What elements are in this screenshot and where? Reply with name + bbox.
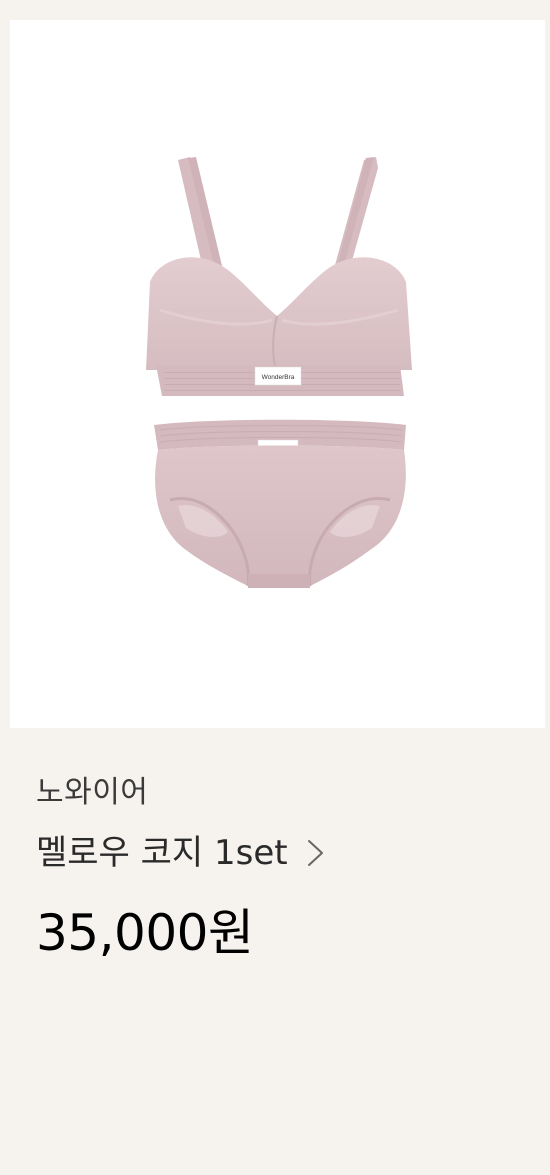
product-name: 멜로우 코지 1set xyxy=(36,833,288,873)
bra-underband: WonderBra xyxy=(156,365,404,396)
product-image[interactable]: WonderBra WonderBra xyxy=(10,20,545,728)
product-category: 노와이어 xyxy=(36,775,149,810)
chevron-right-icon[interactable] xyxy=(306,836,326,870)
product-name-link[interactable]: 멜로우 코지 1set xyxy=(36,836,530,870)
product-price: 35,000원 xyxy=(36,904,254,962)
product-info: 노와이어 멜로우 코지 1set 35,000원 xyxy=(36,778,530,958)
bra-cups xyxy=(146,257,412,371)
bra-label-text: WonderBra xyxy=(262,374,295,381)
lingerie-set-image: WonderBra WonderBra xyxy=(146,157,412,588)
brief-body xyxy=(155,445,406,588)
